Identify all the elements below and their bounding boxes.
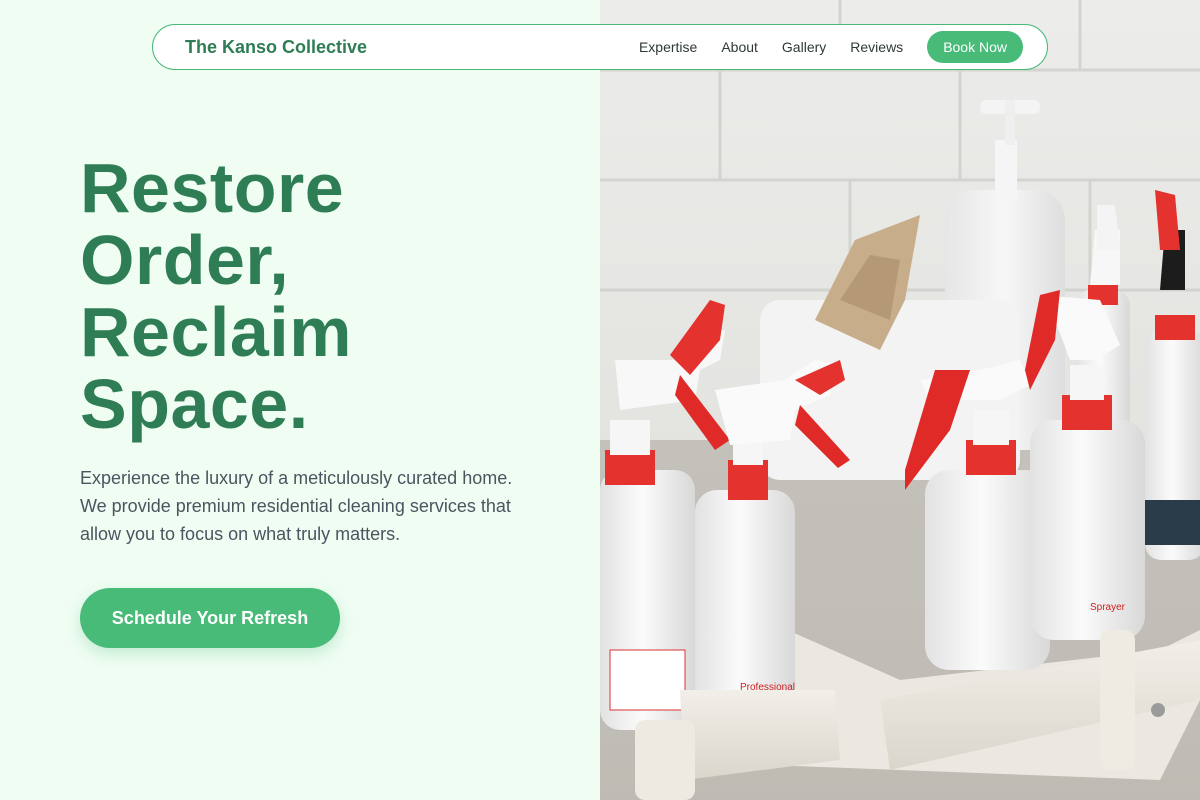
brand-logo-text[interactable]: The Kanso Collective bbox=[185, 37, 367, 58]
nav-link-gallery[interactable]: Gallery bbox=[782, 39, 826, 55]
top-navbar: The Kanso Collective Expertise About Gal… bbox=[152, 24, 1048, 70]
hero-title-line: Order, bbox=[80, 221, 290, 299]
bottle-label-text-2: Sprayer bbox=[1090, 602, 1126, 613]
nav-link-expertise[interactable]: Expertise bbox=[639, 39, 697, 55]
hero-title: Restore Order, Reclaim Space. bbox=[80, 152, 560, 440]
nav-links: Expertise About Gallery Reviews Book Now bbox=[639, 31, 1023, 63]
book-now-button[interactable]: Book Now bbox=[927, 31, 1023, 63]
nav-link-about[interactable]: About bbox=[721, 39, 758, 55]
cleaning-supplies-photo: Professional Sprayer bbox=[600, 0, 1200, 800]
nav-link-reviews[interactable]: Reviews bbox=[850, 39, 903, 55]
schedule-refresh-button[interactable]: Schedule Your Refresh bbox=[80, 588, 340, 648]
hero-title-line: Restore bbox=[80, 149, 345, 227]
hero-image-panel: Professional Sprayer bbox=[600, 0, 1200, 800]
hero-title-line: Space. bbox=[80, 365, 309, 443]
hero-description: Experience the luxury of a meticulously … bbox=[80, 468, 513, 544]
hero-title-line: Reclaim bbox=[80, 293, 352, 371]
